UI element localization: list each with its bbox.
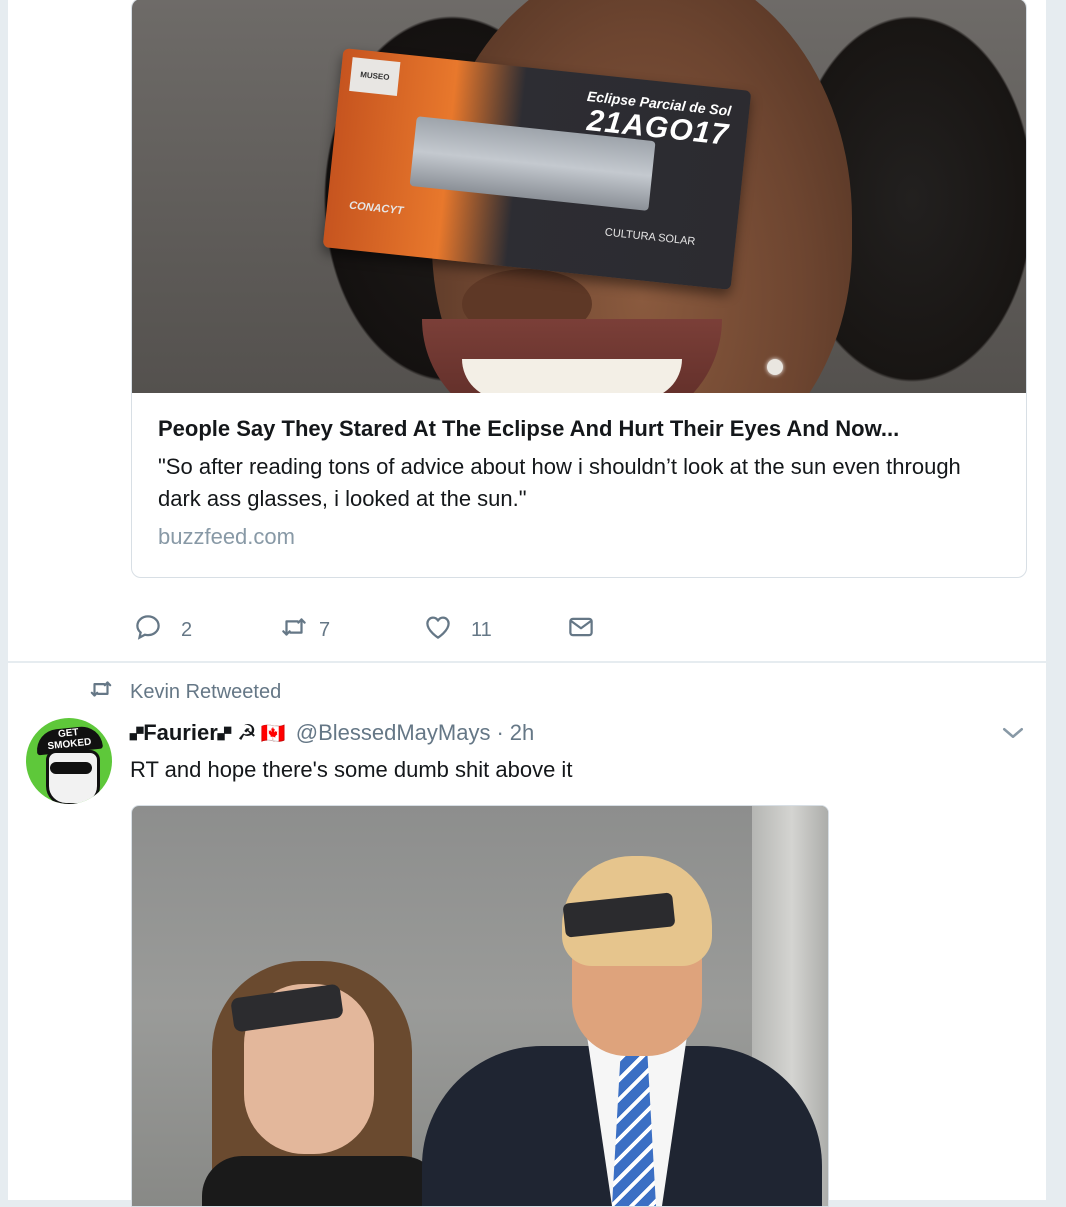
timeline-stream: MUSEO Eclipse Parcial de Sol 21AGO17 CON… (8, 0, 1046, 1207)
conacyt-logo: CONACYT (348, 199, 404, 218)
message-icon (566, 612, 596, 648)
card-body: People Say They Stared At The Eclipse An… (158, 415, 1008, 553)
tweet-divider (8, 661, 1046, 663)
cultura-solar-logo: CULTURA SOLAR (604, 226, 696, 248)
display-name[interactable]: 🙾Faurier🙾 ☭ (130, 720, 257, 746)
retweet-context[interactable]: Kevin Retweeted (88, 678, 281, 706)
reply-count: 2 (181, 618, 193, 641)
reply-button[interactable]: 2 (133, 612, 192, 648)
separator-dot: · (496, 720, 504, 745)
retweet-icon (279, 612, 309, 648)
avatar[interactable]: GET SMOKED (26, 718, 112, 804)
tweet-photo[interactable] (131, 805, 829, 1207)
card-image-earring (767, 359, 783, 375)
canada-flag: 🇨🇦 (260, 722, 286, 745)
link-card[interactable]: MUSEO Eclipse Parcial de Sol 21AGO17 CON… (131, 0, 1027, 578)
tweet-actions: 2 7 11 (133, 612, 633, 648)
card-title[interactable]: People Say They Stared At The Eclipse An… (158, 415, 1008, 443)
photo-woman-dress (202, 1156, 442, 1206)
museum-tag: MUSEO (349, 57, 401, 96)
card-image: MUSEO Eclipse Parcial de Sol 21AGO17 CON… (132, 0, 1026, 393)
retweet-context-label: Kevin Retweeted (130, 680, 282, 703)
like-button[interactable]: 11 (423, 612, 492, 648)
card-domain: buzzfeed.com (158, 524, 295, 549)
eclipse-viewer-card: MUSEO Eclipse Parcial de Sol 21AGO17 CON… (322, 48, 752, 290)
direct-message-button[interactable] (566, 612, 596, 648)
retweet-icon (88, 676, 130, 708)
screen-name[interactable]: @BlessedMayMays (296, 720, 491, 746)
tweet-timestamp[interactable]: 2h (510, 720, 534, 746)
tweet-header: 🙾Faurier🙾 ☭ 🇨🇦 @BlessedMayMays · 2h (130, 716, 534, 750)
retweet-count: 7 (319, 618, 331, 641)
card-description: "So after reading tons of advice about h… (158, 454, 961, 511)
card-image-teeth (462, 359, 682, 393)
like-icon (423, 612, 453, 648)
avatar-glasses (50, 762, 92, 774)
tweet-text: RT and hope there's some dumb shit above… (130, 757, 573, 782)
chevron-down-icon[interactable] (998, 718, 1028, 748)
retweet-button[interactable]: 7 (279, 612, 330, 648)
avatar-face (46, 750, 100, 804)
like-count: 11 (471, 618, 492, 641)
reply-icon (133, 612, 163, 648)
